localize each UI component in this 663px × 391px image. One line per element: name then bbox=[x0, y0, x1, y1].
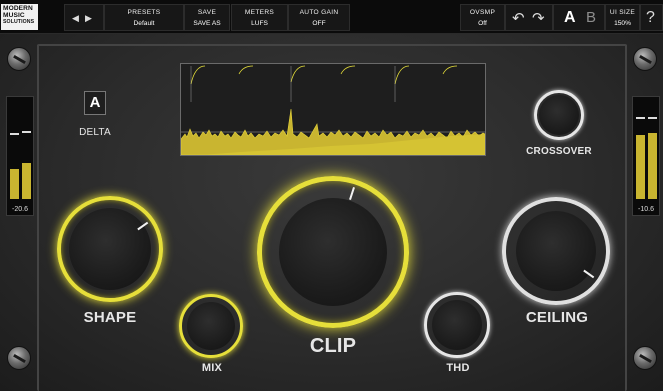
shape-knob[interactable] bbox=[57, 196, 163, 302]
preset-nav: ◀ ▶ bbox=[64, 4, 104, 31]
oversampling-selector[interactable]: OVSMP Off bbox=[460, 4, 505, 31]
output-meter-left-peak bbox=[636, 117, 645, 119]
triangle-left-icon[interactable]: ◀ bbox=[72, 13, 79, 24]
output-meter-right-peak bbox=[648, 117, 657, 119]
waveform-display bbox=[180, 63, 486, 156]
auto-gain-value: OFF bbox=[312, 20, 326, 27]
ui-size-selector[interactable]: UI SIZE 150% bbox=[605, 4, 640, 31]
presets-label: PRESETS bbox=[127, 9, 161, 16]
clip-label: CLIP bbox=[309, 335, 357, 357]
screw-icon bbox=[633, 346, 657, 370]
shape-label: SHAPE bbox=[83, 309, 137, 326]
output-meter: -10.6 bbox=[632, 96, 660, 216]
input-meter-right-peak bbox=[22, 131, 31, 133]
ab-compare: A B bbox=[553, 4, 605, 31]
clip-knob[interactable] bbox=[257, 176, 409, 328]
ui-size-value: 150% bbox=[614, 20, 631, 27]
save-controls: SAVE SAVE AS bbox=[184, 4, 230, 31]
a-state-button[interactable]: A bbox=[564, 9, 576, 27]
crossover-label: CROSSOVER bbox=[526, 146, 592, 157]
screw-icon bbox=[633, 47, 657, 71]
input-meter-left-bar bbox=[10, 169, 19, 199]
save-button[interactable]: SAVE bbox=[185, 9, 229, 16]
waveform-graph bbox=[180, 64, 486, 156]
presets-value: Default bbox=[133, 20, 155, 27]
save-as-button[interactable]: SAVE AS bbox=[185, 20, 229, 27]
input-meter-left-peak bbox=[10, 133, 19, 135]
ceiling-label: CEILING bbox=[525, 309, 589, 326]
output-meter-right-bar bbox=[648, 133, 657, 199]
output-meter-left-bar bbox=[636, 135, 645, 199]
triangle-right-icon[interactable]: ▶ bbox=[85, 13, 92, 24]
ovsmp-label: OVSMP bbox=[469, 9, 496, 16]
thd-label: THD bbox=[446, 362, 470, 374]
mix-knob[interactable] bbox=[179, 294, 243, 358]
screw-icon bbox=[7, 47, 31, 71]
mix-label: MIX bbox=[201, 362, 223, 374]
input-meter-readout: -20.6 bbox=[12, 206, 28, 213]
meters-selector[interactable]: METERS LUFS bbox=[231, 4, 288, 31]
screw-icon bbox=[7, 346, 31, 370]
auto-gain-label: AUTO GAIN bbox=[299, 9, 339, 16]
help-button[interactable]: ? bbox=[640, 4, 663, 31]
help-icon: ? bbox=[646, 9, 655, 26]
meters-label: METERS bbox=[244, 9, 275, 16]
ceiling-knob[interactable] bbox=[502, 197, 610, 305]
crossover-knob[interactable] bbox=[534, 90, 584, 140]
b-state-button[interactable]: B bbox=[586, 9, 596, 26]
ui-size-label: UI SIZE bbox=[609, 9, 636, 16]
redo-icon[interactable]: ↷ bbox=[532, 9, 545, 27]
delta-button[interactable]: A bbox=[84, 91, 106, 115]
input-meter: -20.6 bbox=[6, 96, 34, 216]
undo-icon[interactable]: ↶ bbox=[512, 9, 525, 27]
thd-knob[interactable] bbox=[424, 292, 490, 358]
brand-logo: MODERN MUSIC SOLUTIONS bbox=[1, 4, 38, 30]
logo-line-3: SOLUTIONS bbox=[3, 18, 35, 25]
output-meter-readout: -10.6 bbox=[638, 206, 654, 213]
undo-redo: ↶ ↷ bbox=[505, 4, 553, 31]
presets-selector[interactable]: PRESETS Default bbox=[104, 4, 184, 31]
input-meter-right-bar bbox=[22, 163, 31, 199]
top-bar: MODERN MUSIC SOLUTIONS ◀ ▶ PRESETS Defau… bbox=[0, 0, 663, 34]
meters-value: LUFS bbox=[251, 20, 268, 27]
auto-gain-toggle[interactable]: AUTO GAIN OFF bbox=[288, 4, 350, 31]
delta-label: DELTA bbox=[79, 127, 111, 138]
ovsmp-value: Off bbox=[478, 20, 487, 27]
